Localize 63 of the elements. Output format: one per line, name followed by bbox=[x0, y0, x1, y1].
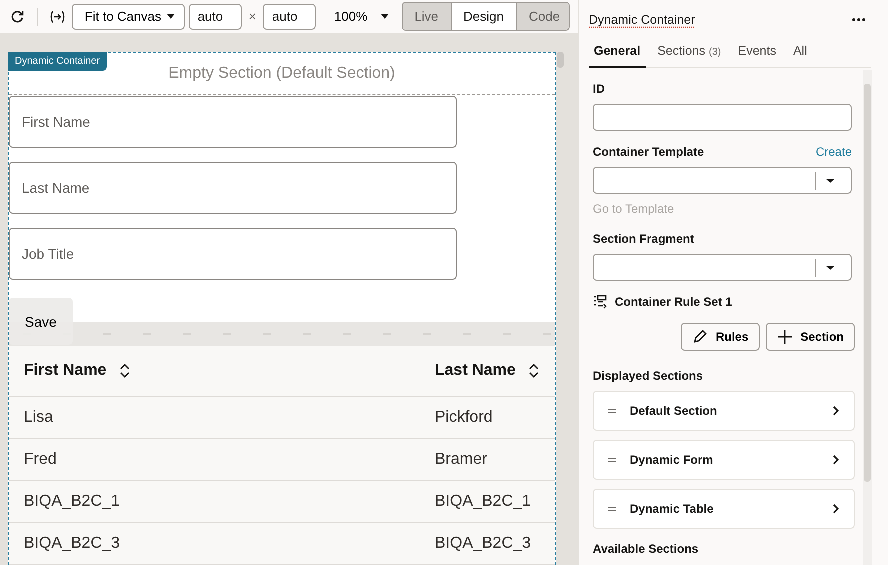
table-cell-text: Fred bbox=[23, 450, 58, 468]
table-cell-text: BIQA_B2C_3 bbox=[434, 534, 532, 552]
drag-handle-icon[interactable] bbox=[608, 408, 616, 414]
container-badge: Dynamic Container bbox=[8, 52, 108, 71]
view-mode-tab[interactable]: Code bbox=[516, 3, 569, 30]
table-cell-text: Bramer bbox=[434, 450, 488, 468]
section-name: Dynamic Form bbox=[630, 453, 714, 467]
caret-icon[interactable] bbox=[826, 178, 835, 182]
field-label: ID bbox=[593, 82, 606, 96]
panel-tab[interactable]: General bbox=[589, 44, 646, 68]
field-label: Section Fragment bbox=[593, 232, 696, 246]
rules-button[interactable]: Rules bbox=[680, 323, 760, 351]
drag-handle-icon[interactable] bbox=[608, 458, 616, 462]
section-card[interactable]: Dynamic Form bbox=[593, 440, 855, 480]
zoom-dropdown[interactable]: 100% bbox=[320, 9, 398, 24]
fit-width-icon[interactable] bbox=[50, 8, 66, 24]
rule-set-name: Container Rule Set 1 bbox=[615, 295, 732, 309]
section-card[interactable]: Default Section bbox=[593, 391, 855, 431]
section-name: Dynamic Table bbox=[630, 502, 715, 516]
pencil-icon bbox=[692, 329, 708, 345]
size-mode-dropdown[interactable]: Fit to Canvas bbox=[72, 4, 185, 30]
table-cell-text: Pickford bbox=[434, 408, 494, 426]
id-field[interactable] bbox=[593, 104, 852, 131]
drag-handle-icon[interactable] bbox=[608, 506, 616, 512]
caret-icon bbox=[166, 13, 176, 20]
column-header[interactable]: Last Name bbox=[420, 362, 555, 380]
plus-icon bbox=[776, 329, 793, 345]
times-sign: × bbox=[248, 9, 256, 24]
table-cell-text: BIQA_B2C_1 bbox=[434, 492, 532, 510]
chevron-right-icon bbox=[833, 455, 840, 465]
table-cell-text: BIQA_B2C_3 bbox=[23, 534, 122, 552]
sort-icon[interactable] bbox=[118, 364, 131, 378]
section-heading: Available Sections bbox=[593, 542, 700, 556]
field-label: Container Template bbox=[593, 145, 704, 159]
table-cell-text: Lisa bbox=[23, 408, 54, 426]
add-section-button[interactable]: Section bbox=[766, 323, 855, 351]
text-field[interactable]: Last Name bbox=[9, 162, 457, 214]
caret-icon[interactable] bbox=[826, 266, 835, 270]
column-header[interactable]: First Name bbox=[9, 362, 420, 380]
panel-tab[interactable]: Events bbox=[733, 44, 782, 68]
panel-tab[interactable]: Sections (3) bbox=[652, 44, 726, 68]
text-field[interactable]: First Name bbox=[9, 96, 457, 148]
rule-list-icon bbox=[593, 295, 607, 309]
more-icon bbox=[852, 18, 866, 22]
table-cell-text: BIQA_B2C_1 bbox=[23, 492, 122, 510]
panel-tab[interactable]: All bbox=[788, 44, 812, 68]
section-heading: Displayed Sections bbox=[593, 369, 704, 383]
chevron-right-icon bbox=[833, 406, 840, 416]
sort-icon[interactable] bbox=[528, 364, 540, 378]
text-field[interactable]: Job Title bbox=[9, 228, 457, 280]
section-name: Default Section bbox=[630, 404, 718, 418]
save-button[interactable]: Save bbox=[9, 298, 73, 345]
refresh-icon[interactable] bbox=[10, 8, 26, 24]
view-mode-tab[interactable]: Live bbox=[402, 3, 451, 30]
create-link[interactable]: Create bbox=[816, 145, 852, 159]
scrollbar[interactable] bbox=[863, 70, 872, 565]
panel-title: Dynamic Container bbox=[589, 13, 696, 27]
width-field[interactable]: auto bbox=[188, 4, 242, 30]
height-field[interactable]: auto bbox=[263, 4, 316, 30]
view-mode-tab[interactable]: Design bbox=[450, 3, 516, 30]
section-card[interactable]: Dynamic Table bbox=[593, 489, 855, 529]
caret-icon bbox=[380, 13, 390, 20]
chevron-right-icon bbox=[833, 504, 840, 514]
